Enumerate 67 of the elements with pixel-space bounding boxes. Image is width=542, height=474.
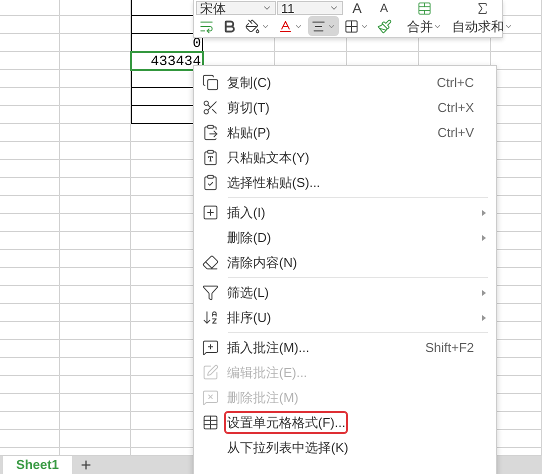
wrap-text-icon: [199, 18, 214, 34]
menu-item[interactable]: 复制(C) Ctrl+C: [194, 70, 496, 95]
submenu-arrow-icon: [482, 210, 486, 216]
menu-item-label: 复制(C): [226, 74, 272, 92]
font-size-field[interactable]: 11: [277, 1, 343, 15]
menu-item-label: 筛选(L): [226, 284, 270, 302]
shrink-font-button[interactable]: A: [371, 2, 397, 14]
menu-item[interactable]: 从下拉列表中选择(K): [194, 435, 496, 460]
menu-item-label: 剪切(T): [226, 98, 271, 117]
menu-item[interactable]: 粘贴(P) Ctrl+V: [194, 120, 496, 145]
font-name-field[interactable]: 宋体: [196, 1, 276, 15]
insert-icon: [202, 204, 219, 221]
submenu-arrow-icon: [482, 314, 486, 320]
submenu-arrow-icon: [482, 234, 486, 240]
comment-plus-icon: [202, 339, 219, 356]
merge-icon: [417, 1, 432, 16]
clipboard-icon: [202, 124, 219, 141]
menu-item-label: 编辑批注(E)...: [226, 364, 308, 382]
menu-item-label: 选择性粘贴(S)...: [226, 174, 322, 192]
shortcut-text: Ctrl+X: [438, 98, 474, 117]
menu-item[interactable]: 删除(D): [194, 225, 496, 250]
paintbrush-icon: [377, 18, 392, 34]
menu-item-label: 删除(D): [226, 228, 272, 247]
menu-item-label: 插入(I): [226, 204, 266, 222]
paint-bucket-icon: [245, 18, 260, 34]
toolbar-button[interactable]: 合并: [405, 1, 444, 36]
bold-icon: [222, 18, 237, 34]
grow-font-button[interactable]: A: [344, 1, 370, 15]
comment-delete-icon: [202, 389, 219, 406]
clipboard-check-icon: [202, 174, 219, 191]
align-center-button[interactable]: [308, 16, 339, 36]
table-cell[interactable]: 0: [131, 34, 203, 52]
menu-item-label: 清除内容(N): [226, 254, 298, 272]
menu-item[interactable]: 排序(U): [194, 305, 496, 330]
menu-item[interactable]: 选择性粘贴(S)...: [194, 170, 496, 195]
scissors-icon: [202, 99, 219, 116]
funnel-icon: [202, 284, 219, 301]
shortcut-text: Shift+F2: [425, 338, 474, 357]
font-color-icon: [278, 18, 293, 34]
menu-item-label: 设置单元格格式(F)...: [226, 412, 346, 432]
menu-item-label: 从下拉列表中选择(K): [226, 438, 350, 457]
clipboard-text-icon: [202, 149, 219, 166]
menu-item[interactable]: 筛选(L): [194, 280, 496, 305]
add-sheet-button[interactable]: +: [72, 456, 100, 474]
shortcut-text: Ctrl+C: [436, 74, 474, 92]
table-cell[interactable]: 433434: [131, 52, 203, 70]
table-icon: [202, 414, 219, 431]
menu-item-label: 插入批注(M)...: [226, 338, 310, 357]
menu-item[interactable]: 清除内容(N): [194, 250, 496, 275]
menu-item-label: 删除批注(M): [226, 388, 300, 407]
menu-item[interactable]: 只粘贴文本(Y): [194, 145, 496, 170]
edit-icon: [202, 364, 219, 381]
align-center-icon: [311, 18, 326, 34]
menu-item[interactable]: 插入(I): [194, 200, 496, 225]
menu-item[interactable]: 剪切(T) Ctrl+X: [194, 95, 496, 120]
toolbar-button[interactable]: 自动求和: [450, 1, 515, 36]
eraser-icon: [202, 254, 219, 271]
borders-icon: [344, 18, 359, 34]
menu-item-label: 排序(U): [226, 308, 272, 327]
menu-item[interactable]: 插入批注(M)... Shift+F2: [194, 335, 496, 360]
copy-icon: [202, 74, 219, 91]
menu-item[interactable]: 设置单元格格式(F)...: [194, 410, 496, 435]
submenu-arrow-icon: [482, 290, 486, 296]
menu-item-label: 粘贴(P): [226, 124, 272, 142]
sort-icon: [202, 309, 219, 326]
menu-item-label: 只粘贴文本(Y): [226, 148, 310, 167]
shortcut-text: Ctrl+V: [438, 124, 474, 142]
